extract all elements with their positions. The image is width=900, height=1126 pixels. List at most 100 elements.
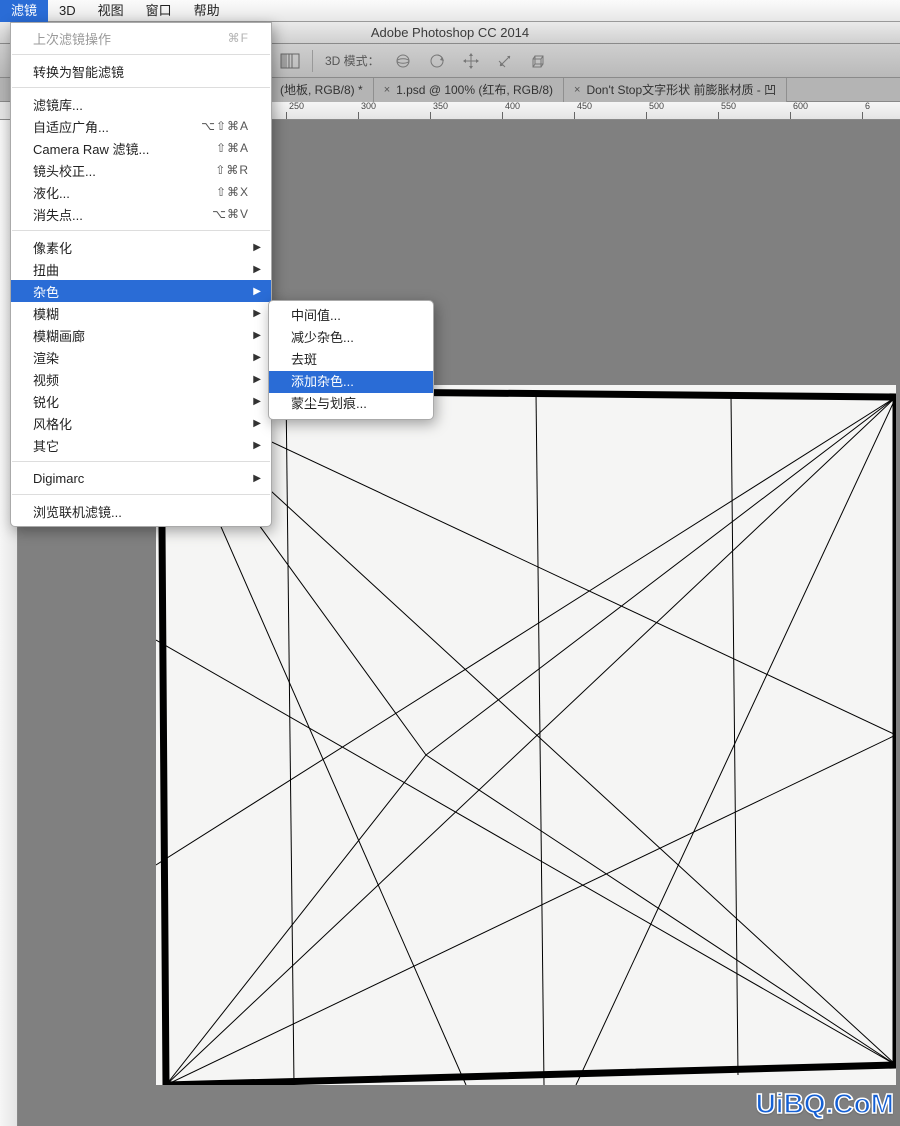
menu-browse-filters-online[interactable]: 浏览联机滤镜... <box>11 500 271 522</box>
menu-item-label: 渲染 <box>33 348 59 367</box>
menu-vanishing-point[interactable]: 消失点...⌥⌘V <box>11 203 271 225</box>
ruler-tick: 400 <box>505 102 520 111</box>
menu-separator <box>12 54 270 55</box>
menu-distort[interactable]: 扭曲 ▶ <box>11 258 271 280</box>
ruler-tick: 500 <box>649 102 664 111</box>
menu-shortcut: ⌘F <box>228 31 249 45</box>
menu-view[interactable]: 视图 <box>87 0 135 22</box>
submenu-add-noise[interactable]: 添加杂色... <box>269 371 433 393</box>
submenu-arrow-icon: ▶ <box>253 330 261 341</box>
menu-3d[interactable]: 3D <box>48 0 87 22</box>
menu-item-label: 像素化 <box>33 238 72 257</box>
menu-filter-gallery[interactable]: 滤镜库... <box>11 93 271 115</box>
submenu-arrow-icon: ▶ <box>253 308 261 319</box>
3d-mode-label: 3D 模式： <box>325 52 380 69</box>
menu-item-label: 其它 <box>33 436 59 455</box>
ruler-tick: 350 <box>433 102 448 111</box>
menu-separator <box>12 461 270 462</box>
menu-noise[interactable]: 杂色 ▶ <box>11 280 271 302</box>
menu-item-label: 浏览联机滤镜... <box>33 502 122 521</box>
submenu-arrow-icon: ▶ <box>253 286 261 297</box>
tab-doc-2[interactable]: × 1.psd @ 100% (红布, RGB/8) <box>374 78 564 102</box>
tab-doc-3[interactable]: × Don't Stop文字形状 前膨胀材质 - 凹 <box>564 78 787 102</box>
menu-filter[interactable]: 滤镜 <box>0 0 48 22</box>
submenu-arrow-icon: ▶ <box>253 396 261 407</box>
submenu-dust-scratches[interactable]: 蒙尘与划痕... <box>269 393 433 415</box>
menu-item-label: 转换为智能滤镜 <box>33 62 124 81</box>
panel-toggle-icon[interactable] <box>280 53 300 69</box>
menu-item-label: 液化... <box>33 183 70 202</box>
menu-item-label: 模糊 <box>33 304 59 323</box>
submenu-arrow-icon: ▶ <box>253 264 261 275</box>
ruler-tick: 6 <box>865 102 870 111</box>
3d-roll-icon[interactable] <box>426 50 448 72</box>
submenu-median[interactable]: 中间值... <box>269 305 433 327</box>
menu-separator <box>12 87 270 88</box>
submenu-despeckle[interactable]: 去斑 <box>269 349 433 371</box>
menu-lens-correction[interactable]: 镜头校正... ⇧⌘R <box>11 159 271 181</box>
menu-item-label: 消失点... <box>33 205 83 224</box>
menu-liquify[interactable]: 液化... ⇧⌘X <box>11 181 271 203</box>
menu-item-label: 杂色 <box>33 282 59 301</box>
menu-item-label: Camera Raw 滤镜... <box>33 139 149 158</box>
menu-help[interactable]: 帮助 <box>183 0 231 22</box>
menu-convert-smart-filter[interactable]: 转换为智能滤镜 <box>11 60 271 82</box>
menu-blur-gallery[interactable]: 模糊画廊 ▶ <box>11 324 271 346</box>
menu-digimarc[interactable]: Digimarc ▶ <box>11 467 271 489</box>
menu-item-label: 视频 <box>33 370 59 389</box>
menu-sharpen[interactable]: 锐化 ▶ <box>11 390 271 412</box>
menu-video[interactable]: 视频 ▶ <box>11 368 271 390</box>
ruler-tick: 550 <box>721 102 736 111</box>
menu-item-label: 扭曲 <box>33 260 59 279</box>
menu-adaptive-wide-angle[interactable]: 自适应广角... ⌥⇧⌘A <box>11 115 271 137</box>
submenu-arrow-icon: ▶ <box>253 418 261 429</box>
submenu-arrow-icon: ▶ <box>253 242 261 253</box>
3d-slide-icon[interactable] <box>494 50 516 72</box>
menu-separator <box>12 230 270 231</box>
menu-shortcut: ⇧⌘X <box>216 185 249 199</box>
menu-item-label: 锐化 <box>33 392 59 411</box>
3d-scale-icon[interactable] <box>528 50 550 72</box>
menu-pixelate[interactable]: 像素化 ▶ <box>11 236 271 258</box>
submenu-arrow-icon: ▶ <box>253 440 261 451</box>
menu-item-label: 自适应广角... <box>33 117 109 136</box>
tab-doc-1[interactable]: (地板, RGB/8) * <box>270 78 374 102</box>
tab-label: 1.psd @ 100% (红布, RGB/8) <box>396 81 553 98</box>
tab-label: (地板, RGB/8) * <box>280 81 363 98</box>
menu-item-label: 上次滤镜操作 <box>33 29 111 48</box>
menu-item-label: 镜头校正... <box>33 161 96 180</box>
menu-blur[interactable]: 模糊 ▶ <box>11 302 271 324</box>
3d-pan-icon[interactable] <box>460 50 482 72</box>
watermark: UiBQ.CoM <box>756 1088 894 1120</box>
menu-shortcut: ⇧⌘A <box>216 141 249 155</box>
menu-shortcut: ⌥⇧⌘A <box>201 119 249 133</box>
menu-camera-raw-filter[interactable]: Camera Raw 滤镜... ⇧⌘A <box>11 137 271 159</box>
noise-submenu: 中间值... 减少杂色... 去斑 添加杂色... 蒙尘与划痕... <box>268 300 434 420</box>
filter-menu-dropdown: 上次滤镜操作 ⌘F 转换为智能滤镜 滤镜库... 自适应广角... ⌥⇧⌘A Ca… <box>10 22 272 527</box>
ruler-tick: 250 <box>289 102 304 111</box>
tab-label: Don't Stop文字形状 前膨胀材质 - 凹 <box>586 81 776 98</box>
options-separator <box>312 50 313 72</box>
menu-separator <box>12 494 270 495</box>
menu-item-label: 模糊画廊 <box>33 326 85 345</box>
menubar: 滤镜 3D 视图 窗口 帮助 <box>0 0 900 22</box>
submenu-reduce-noise[interactable]: 减少杂色... <box>269 327 433 349</box>
menu-window[interactable]: 窗口 <box>135 0 183 22</box>
menu-item-label: 滤镜库... <box>33 95 83 114</box>
submenu-arrow-icon: ▶ <box>253 473 261 484</box>
menu-shortcut: ⇧⌘R <box>215 163 249 177</box>
menu-stylize[interactable]: 风格化 ▶ <box>11 412 271 434</box>
menu-item-label: 风格化 <box>33 414 72 433</box>
close-icon[interactable]: × <box>574 84 580 96</box>
submenu-arrow-icon: ▶ <box>253 374 261 385</box>
menu-item-label: Digimarc <box>33 471 84 486</box>
close-icon[interactable]: × <box>384 84 390 96</box>
ruler-tick: 600 <box>793 102 808 111</box>
menu-render[interactable]: 渲染▶ <box>11 346 271 368</box>
menu-last-filter: 上次滤镜操作 ⌘F <box>11 27 271 49</box>
ruler-tick: 300 <box>361 102 376 111</box>
3d-orbit-icon[interactable] <box>392 50 414 72</box>
app-title: Adobe Photoshop CC 2014 <box>371 25 529 40</box>
ruler-tick: 450 <box>577 102 592 111</box>
menu-other[interactable]: 其它 ▶ <box>11 434 271 456</box>
